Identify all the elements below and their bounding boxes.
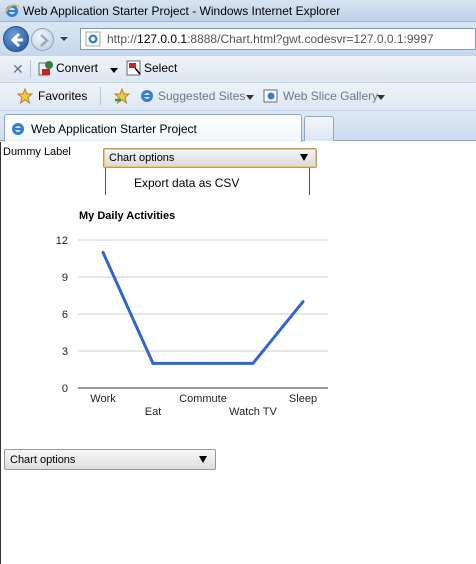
chevron-down-icon bbox=[199, 456, 207, 463]
window-title: Web Application Starter Project - Window… bbox=[23, 4, 341, 18]
line-chart: 0 3 6 9 12 Work Eat CommuteWatch TV Sleep bbox=[56, 235, 328, 418]
tab-ie-icon bbox=[12, 123, 24, 135]
data-point bbox=[301, 300, 305, 304]
page-ie-icon bbox=[85, 31, 101, 47]
navigation-bar: http://127.0.0.1:8888/Chart.html?gwt.cod… bbox=[0, 22, 476, 56]
close-toolbar-icon[interactable]: ✕ bbox=[12, 61, 24, 78]
chart-title: My Daily Activities bbox=[79, 210, 176, 222]
tab-bar: Web Application Starter Project bbox=[0, 111, 476, 142]
page-content: Dummy Label Export data as CSV Chart opt… bbox=[0, 142, 476, 564]
menu-item-export-csv[interactable]: Export data as CSV bbox=[134, 176, 239, 190]
favorites-bar: Favorites Suggested Sites Web Slice Gall… bbox=[0, 83, 476, 111]
tab-title: Web Application Starter Project bbox=[31, 122, 197, 136]
forward-button[interactable] bbox=[31, 28, 54, 51]
data-point bbox=[251, 361, 255, 365]
ie-logo-icon bbox=[4, 4, 20, 17]
toolbar-separator bbox=[100, 87, 101, 105]
select-value: Chart options bbox=[10, 454, 76, 466]
convert-dropdown-icon[interactable] bbox=[110, 68, 118, 73]
suggested-sites-ie-icon bbox=[141, 90, 153, 102]
chart-options-select-bottom[interactable]: Chart options bbox=[4, 449, 216, 470]
y-tick-label: 3 bbox=[62, 346, 68, 358]
tab-web-application-starter-project[interactable]: Web Application Starter Project bbox=[4, 114, 302, 142]
y-tick-label: 0 bbox=[62, 383, 68, 395]
back-arrow-icon bbox=[10, 32, 23, 48]
address-bar[interactable]: http://127.0.0.1:8888/Chart.html?gwt.cod… bbox=[80, 28, 476, 50]
y-tick-label: 9 bbox=[62, 272, 68, 284]
y-tick-label: 12 bbox=[56, 235, 68, 247]
suggested-sites-link[interactable]: Suggested Sites bbox=[158, 89, 245, 103]
series-line bbox=[101, 251, 305, 365]
recent-pages-dropdown-icon[interactable] bbox=[59, 34, 69, 44]
address-url[interactable]: http://127.0.0.1:8888/Chart.html?gwt.cod… bbox=[107, 32, 434, 46]
select-value: Chart options bbox=[109, 152, 175, 164]
x-tick-label: Watch TV bbox=[229, 406, 277, 418]
favorites-star-icon bbox=[17, 88, 33, 104]
chevron-down-icon bbox=[300, 154, 308, 161]
new-tab-button[interactable] bbox=[304, 116, 334, 141]
select-button[interactable]: Select bbox=[144, 61, 177, 75]
y-tick-label: 6 bbox=[62, 309, 68, 321]
chart-options-menu: Export data as CSV bbox=[105, 168, 310, 195]
forward-arrow-icon bbox=[40, 34, 49, 47]
convert-button[interactable]: Convert bbox=[56, 61, 98, 75]
toolbar-separator bbox=[30, 60, 31, 78]
dummy-label: Dummy Label bbox=[3, 146, 71, 158]
web-slice-gallery-link[interactable]: Web Slice Gallery bbox=[283, 89, 378, 103]
x-tick-label: Sleep bbox=[289, 393, 317, 405]
window-title-bar: Web Application Starter Project - Window… bbox=[0, 0, 476, 22]
web-slice-dropdown-icon[interactable] bbox=[377, 95, 385, 100]
chart-options-select-top[interactable]: Chart options bbox=[103, 148, 317, 168]
favorites-button[interactable]: Favorites bbox=[38, 89, 87, 103]
web-slice-icon bbox=[263, 89, 278, 103]
x-tick-label: Eat bbox=[145, 406, 162, 418]
back-button[interactable] bbox=[3, 26, 29, 52]
x-tick-label: Work bbox=[90, 393, 116, 405]
data-point bbox=[101, 250, 105, 254]
select-icon bbox=[126, 60, 141, 76]
data-point bbox=[151, 361, 155, 365]
data-point bbox=[201, 361, 205, 365]
x-tick-label: Commute bbox=[179, 393, 227, 405]
convert-pdf-icon bbox=[38, 61, 53, 76]
suggested-sites-dropdown-icon[interactable] bbox=[246, 95, 254, 100]
address-url-host: 127.0.0.1 bbox=[137, 32, 188, 46]
command-bar: ✕ Convert Select bbox=[0, 56, 476, 83]
add-favorites-icon[interactable] bbox=[114, 88, 130, 104]
